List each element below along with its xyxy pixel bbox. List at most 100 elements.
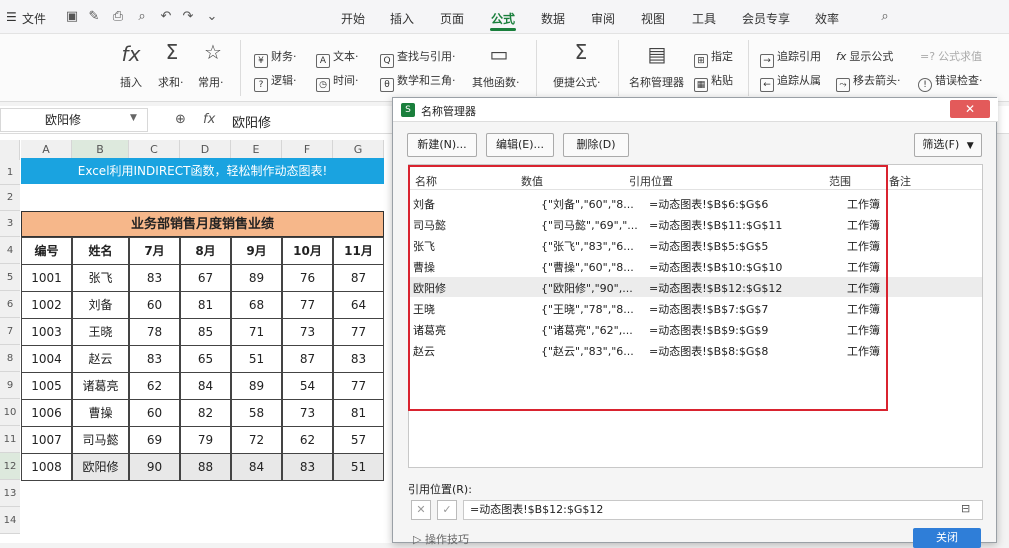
row-header[interactable]: 10: [0, 399, 20, 426]
print-preview-icon[interactable]: ⌕: [134, 9, 150, 25]
sheet-banner[interactable]: Excel利用INDIRECT函数，轻松制作动态图表!: [21, 158, 384, 184]
function-icon[interactable]: fx: [203, 112, 215, 127]
close-button[interactable]: ✕: [950, 100, 990, 118]
format-painter-icon[interactable]: ✎: [86, 9, 102, 25]
row-header[interactable]: 14: [0, 507, 20, 534]
formula-eval-button[interactable]: =? 公式求值: [920, 48, 982, 64]
tab-tools[interactable]: 工具: [692, 10, 716, 27]
formula-input[interactable]: 欧阳修: [232, 112, 271, 131]
zoom-icon[interactable]: ⊕: [175, 112, 186, 127]
table-cell[interactable]: 77: [282, 291, 333, 319]
insert-function-button[interactable]: 插入: [120, 74, 142, 90]
table-cell[interactable]: 诸葛亮: [72, 372, 129, 400]
table-cell[interactable]: 1005: [21, 372, 72, 400]
select-all-corner[interactable]: [0, 140, 20, 160]
ref-input[interactable]: =动态图表!$B$12:$G$12: [463, 500, 983, 520]
undo-icon[interactable]: ↶: [158, 9, 174, 25]
header-cell[interactable]: 11月: [333, 237, 384, 265]
column-header[interactable]: A: [21, 140, 72, 160]
row-header[interactable]: 5: [0, 264, 20, 291]
tab-view[interactable]: 视图: [641, 10, 665, 27]
table-title[interactable]: 业务部销售月度销售业绩: [21, 211, 384, 237]
quick-formula-button[interactable]: 便捷公式·: [553, 74, 601, 90]
name-manager-button[interactable]: 名称管理器: [629, 74, 684, 90]
table-cell[interactable]: 51: [231, 345, 282, 373]
table-cell[interactable]: 曹操: [72, 399, 129, 427]
table-cell[interactable]: 76: [282, 264, 333, 292]
edit-button[interactable]: 编辑(E)...: [486, 133, 554, 157]
redo-icon[interactable]: ↷: [180, 9, 196, 25]
header-cell[interactable]: 8月: [180, 237, 231, 265]
table-cell[interactable]: 84: [180, 372, 231, 400]
logic-button[interactable]: ? 逻辑·: [254, 72, 297, 92]
time-button[interactable]: ◷ 时间·: [316, 72, 359, 92]
table-cell[interactable]: 69: [129, 426, 180, 454]
table-cell[interactable]: 78: [129, 318, 180, 346]
other-functions-button[interactable]: 其他函数·: [472, 74, 520, 90]
save-icon[interactable]: ▣: [64, 9, 80, 25]
file-menu[interactable]: 文件: [22, 10, 46, 27]
table-cell[interactable]: 82: [180, 399, 231, 427]
table-cell[interactable]: 87: [282, 345, 333, 373]
tab-home[interactable]: 开始: [341, 10, 365, 27]
row-header[interactable]: 9: [0, 372, 20, 399]
error-check-button[interactable]: ! 错误检查·: [918, 72, 983, 92]
table-cell[interactable]: 欧阳修: [72, 453, 129, 481]
header-cell[interactable]: 姓名: [72, 237, 129, 265]
print-icon[interactable]: ⎙: [110, 9, 126, 25]
row-header[interactable]: 2: [0, 185, 20, 211]
row-header[interactable]: 11: [0, 426, 20, 453]
finance-button[interactable]: ¥ 财务·: [254, 48, 297, 68]
table-cell[interactable]: 88: [180, 453, 231, 481]
table-cell[interactable]: 83: [129, 345, 180, 373]
table-cell[interactable]: 1006: [21, 399, 72, 427]
column-header[interactable]: C: [129, 140, 180, 160]
table-cell[interactable]: 51: [333, 453, 384, 481]
math-button[interactable]: θ 数学和三角·: [380, 72, 456, 92]
trace-precedents-button[interactable]: → 追踪引用: [760, 48, 821, 68]
text-button[interactable]: A 文本·: [316, 48, 359, 68]
lookup-button[interactable]: Q 查找与引用·: [380, 48, 456, 68]
column-header[interactable]: D: [180, 140, 231, 160]
common-functions-button[interactable]: 常用·: [198, 74, 224, 90]
tab-efficiency[interactable]: 效率: [815, 10, 839, 27]
header-cell[interactable]: 编号: [21, 237, 72, 265]
table-cell[interactable]: 85: [180, 318, 231, 346]
table-cell[interactable]: 司马懿: [72, 426, 129, 454]
table-cell[interactable]: 54: [282, 372, 333, 400]
collapse-dialog-icon[interactable]: ⊟: [961, 502, 970, 515]
operation-tips-link[interactable]: ▷ 操作技巧: [413, 531, 469, 547]
table-cell[interactable]: 81: [180, 291, 231, 319]
table-cell[interactable]: 57: [333, 426, 384, 454]
tab-member[interactable]: 会员专享: [742, 10, 790, 27]
table-cell[interactable]: 83: [333, 345, 384, 373]
table-cell[interactable]: 64: [333, 291, 384, 319]
table-cell[interactable]: 90: [129, 453, 180, 481]
table-cell[interactable]: 71: [231, 318, 282, 346]
table-cell[interactable]: 81: [333, 399, 384, 427]
table-cell[interactable]: 62: [129, 372, 180, 400]
table-cell[interactable]: 65: [180, 345, 231, 373]
row-header[interactable]: 6: [0, 291, 20, 318]
table-cell[interactable]: 84: [231, 453, 282, 481]
table-cell[interactable]: 王晓: [72, 318, 129, 346]
new-button[interactable]: 新建(N)...: [407, 133, 477, 157]
table-cell[interactable]: 83: [282, 453, 333, 481]
chevron-down-icon[interactable]: ▼: [130, 113, 137, 123]
header-cell[interactable]: 10月: [282, 237, 333, 265]
column-header[interactable]: G: [333, 140, 384, 160]
search-icon[interactable]: ⌕: [877, 9, 893, 25]
tab-data[interactable]: 数据: [541, 10, 565, 27]
close-dialog-button[interactable]: 关闭: [913, 528, 981, 548]
table-cell[interactable]: 79: [180, 426, 231, 454]
autosum-button[interactable]: 求和·: [158, 74, 184, 90]
remove-arrows-button[interactable]: ⤳ 移去箭头·: [836, 72, 901, 92]
table-cell[interactable]: 62: [282, 426, 333, 454]
show-formula-button[interactable]: fx 显示公式: [836, 48, 893, 64]
table-cell[interactable]: 72: [231, 426, 282, 454]
table-cell[interactable]: 73: [282, 399, 333, 427]
row-header[interactable]: 4: [0, 237, 20, 264]
row-header[interactable]: 1: [0, 160, 20, 185]
tab-page[interactable]: 页面: [440, 10, 464, 27]
row-header[interactable]: 12: [0, 453, 20, 480]
